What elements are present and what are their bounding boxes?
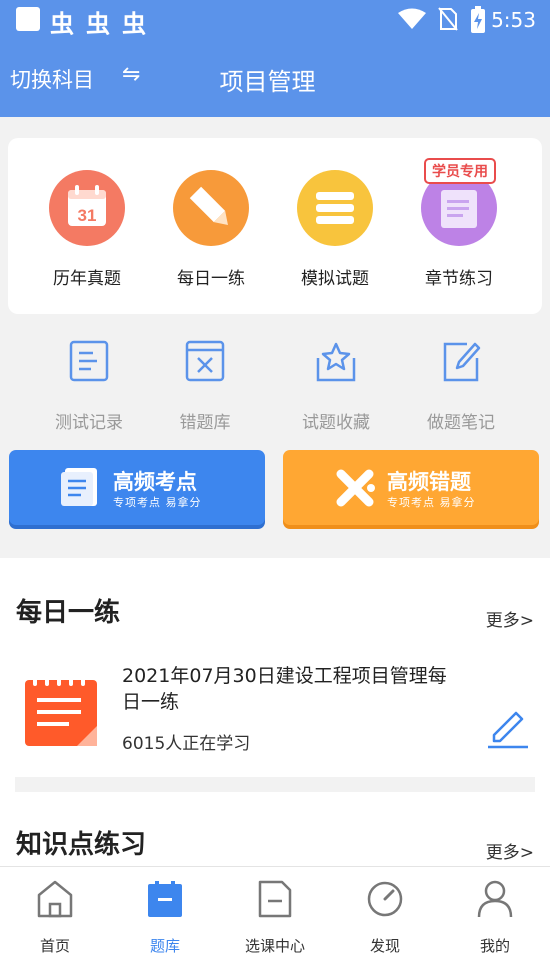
student-only-badge: 学员专用 [424, 158, 496, 184]
no-sim-icon [438, 7, 458, 31]
note-edit-icon [443, 342, 481, 382]
nav-course-center-label: 选课中心 [244, 937, 305, 955]
daily-practice-label: 每日一练 [177, 269, 245, 289]
notes-label: 做题笔记 [427, 413, 495, 433]
nav-home[interactable]: 首页 [5, 879, 105, 956]
nav-profile[interactable]: 我的 [445, 879, 545, 956]
daily-more-link[interactable]: 更多> [486, 606, 534, 631]
mock-exams-label: 模拟试题 [301, 269, 369, 289]
document-icon [61, 468, 97, 506]
status-bar: 虫 虫 虫 5:53 [0, 0, 550, 42]
test-records-label: 测试记录 [55, 413, 123, 433]
knowledge-more-link[interactable]: 更多> [486, 838, 534, 863]
edit-pencil-icon[interactable] [486, 705, 530, 749]
favorites-label: 试题收藏 [302, 413, 370, 433]
calendar-day-label: 31 [78, 206, 97, 225]
chapter-practice-button[interactable]: 章节练习 [404, 170, 514, 289]
discover-compass-icon [367, 881, 403, 917]
wrong-questions-label: 错题库 [179, 413, 231, 433]
nav-discover[interactable]: 发现 [335, 879, 435, 956]
knowledge-section-title: 知识点练习 [16, 830, 147, 860]
bottom-navigation: 首页 题库 选课中心 发现 我的 [0, 866, 550, 977]
record-list-icon [69, 340, 109, 382]
daily-practice-button[interactable]: 每日一练 [156, 170, 266, 289]
banner-title: 高频错题 [387, 470, 471, 494]
banner-subtitle: 专项考点 易拿分 [387, 496, 476, 509]
favorite-star-icon [316, 342, 356, 382]
app-notification-icon: 虫 [50, 10, 74, 38]
home-icon [37, 880, 73, 918]
past-exams-label: 历年真题 [53, 269, 121, 289]
nav-home-label: 首页 [39, 937, 70, 955]
battery-charging-icon [471, 6, 485, 33]
nav-question-bank-label: 题库 [149, 937, 180, 955]
notes-button[interactable]: 做题笔记 [406, 340, 516, 433]
app-notification-icon: 虫 [86, 10, 110, 38]
wrong-book-icon [185, 340, 225, 382]
favorites-button[interactable]: 试题收藏 [281, 340, 391, 433]
main-actions-card: 31 历年真题 每日一练 模拟试题 章节练习 学员专用 [8, 138, 542, 314]
calendar-icon: 31 [49, 170, 125, 246]
page-title: 项目管理 [219, 68, 316, 96]
stack-icon [297, 170, 373, 246]
cross-mark-icon [336, 469, 375, 507]
question-bank-icon [148, 881, 182, 917]
clock: 5:53 [491, 8, 536, 32]
wrong-questions-button[interactable]: 错题库 [150, 340, 260, 433]
chapter-practice-label: 章节练习 [425, 269, 493, 289]
app-notification-icon: 虫 [122, 10, 146, 38]
nav-question-bank[interactable]: 题库 [115, 879, 215, 956]
nav-discover-label: 发现 [369, 937, 400, 955]
course-center-icon [258, 880, 292, 918]
daily-item-title[interactable]: 2021年07月30日建设工程项目管理每日一练 [122, 663, 452, 715]
past-exams-button[interactable]: 31 历年真题 [32, 170, 142, 289]
notification-square-icon [16, 7, 40, 31]
nav-course-center[interactable]: 选课中心 [225, 879, 325, 956]
nav-profile-label: 我的 [479, 937, 510, 955]
daily-section-title: 每日一练 [16, 598, 121, 628]
mock-exams-button[interactable]: 模拟试题 [280, 170, 390, 289]
wifi-icon [398, 8, 426, 29]
banner-subtitle: 专项考点 易拿分 [113, 496, 202, 509]
profile-icon [477, 880, 513, 918]
daily-learners-count: 6015人正在学习 [122, 734, 251, 754]
pencil-icon [173, 170, 249, 246]
notepad-icon [25, 672, 97, 746]
high-frequency-points-banner[interactable]: 高频考点 专项考点 易拿分 [9, 450, 265, 525]
test-records-button[interactable]: 测试记录 [34, 340, 144, 433]
high-frequency-errors-banner[interactable]: 高频错题 专项考点 易拿分 [283, 450, 539, 525]
app-header: 切换科目 ⇋ 项目管理 [0, 42, 550, 117]
banner-title: 高频考点 [113, 470, 197, 494]
section-divider [15, 777, 535, 792]
